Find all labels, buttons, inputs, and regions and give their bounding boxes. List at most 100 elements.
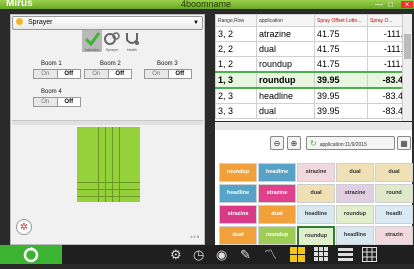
cell: 41.75 [314,56,368,73]
cell: 39.95 [314,87,368,104]
toggle-off[interactable]: Off [56,98,80,106]
plot-cell[interactable]: roundup [336,205,374,224]
table-row[interactable]: 3, 3 dual 39.95 -83.43 [215,103,411,119]
table-row[interactable]: 1, 2 roundup 41.75 -111.8 [215,56,411,73]
gear-icon[interactable]: ⚙ [170,247,185,262]
toggle-off[interactable]: Off [56,70,80,78]
cell: 1, 3 [215,71,257,89]
toggle-on[interactable]: On [34,70,57,78]
field-map: roundup headline strazine dual dual headline s… [215,157,413,247]
grid-icon[interactable]: ▦ [397,136,411,150]
plot-cell[interactable]: strazine [219,205,257,224]
chart-divider [112,127,113,202]
cell: 41.75 [314,41,368,57]
cell: 3, 2 [215,26,257,42]
plot-cell[interactable]: roundup [219,163,257,182]
column-header[interactable]: application [256,14,315,27]
cell: headline [256,87,315,104]
grid4-icon[interactable] [290,247,305,262]
grid9-icon[interactable] [314,247,329,262]
compass-icon[interactable]: ◉ [216,247,231,262]
cell: 39.95 [314,103,368,119]
table-icon[interactable] [362,247,377,262]
plot-cell[interactable]: headline [297,205,335,224]
table-row[interactable]: 3, 2 atrazine 41.75 -111.8 [215,26,411,42]
plot-cell[interactable]: strazine [258,184,296,203]
cell: atrazine [256,26,315,42]
panel-splitter[interactable] [12,120,203,125]
gears-icon [104,32,120,45]
data-grid: Range,Row application Spray Offset Lotto… [215,14,412,121]
chart-divider [119,127,120,202]
plot-cell[interactable]: dual [219,226,257,245]
boom-1-toggle[interactable]: On Off [33,69,81,79]
chart-divider [98,127,99,202]
refresh-logo-icon [23,247,39,263]
window-title: 4boomname [181,0,232,9]
sprayer-icon [16,18,23,25]
timer-icon[interactable]: ◷ [193,247,208,262]
plot-cell[interactable]: roundup [258,226,296,245]
plot-cell[interactable]: strazin [375,226,413,245]
toggle-off[interactable]: Off [107,70,131,78]
pencil-icon[interactable]: ✎ [240,247,255,262]
boom-3-toggle[interactable]: On Off [144,69,192,79]
plot-cell[interactable]: roundup [297,226,335,247]
table-row-selected[interactable]: 1, 3 roundup 39.95 -83.43 [215,71,411,89]
field-plot-grid: roundup headline strazine dual dual headline s… [219,163,413,247]
bottom-toolbar: ⚙ ◷ ◉ ✎ 〽 [0,245,414,264]
boom-3-label: Boom 3 [157,61,178,67]
chart-divider [77,189,140,190]
combo-label: Sprayer [27,19,53,26]
plot-cell[interactable]: dual [336,163,374,182]
panel-splitter[interactable] [215,122,412,130]
boom-2-label: Boom 2 [100,61,121,67]
zoom-in-icon[interactable]: ⊕ [287,136,301,150]
plot-cell[interactable]: dual [375,163,413,182]
boom-coverage-chart [77,127,140,202]
sprayer-tool-button[interactable]: Sprayer [102,30,122,52]
title-bar: Mirus 4boomname — □ × [0,0,414,9]
toggle-on[interactable]: On [145,70,168,78]
column-header[interactable]: Range,Row [215,14,257,27]
chevron-down-icon[interactable]: ▼ [193,17,199,29]
table-row[interactable]: 2, 3 headline 39.95 -83.43 [215,87,411,104]
list-icon[interactable] [338,247,353,262]
maximize-button[interactable]: □ [388,1,393,9]
scrollbar-thumb[interactable] [404,34,411,59]
chart-divider [77,196,140,197]
plot-cell[interactable]: headline [219,184,257,203]
close-button[interactable]: × [401,1,413,9]
cell: 3, 3 [215,103,257,119]
toggle-on[interactable]: On [34,98,57,106]
plot-cell[interactable]: round [375,184,413,203]
cell: 41.75 [314,26,368,42]
map-toolbar: ⊖ ⊕ ↻ application:11/9/2015 ▦ [215,130,412,157]
toggle-on[interactable]: On [85,70,108,78]
toggle-off[interactable]: Off [167,70,191,78]
plot-cell[interactable]: strazine [297,163,335,182]
implement-combo[interactable]: Sprayer ▼ [12,16,203,30]
zoom-out-icon[interactable]: ⊖ [270,136,284,150]
plot-cell[interactable]: strazine [336,184,374,203]
boom-4-label: Boom 4 [41,89,62,95]
compass-rose-icon[interactable]: ✲ [16,219,32,235]
application-selector[interactable]: ↻ application:11/9/2015 [306,136,395,150]
chart-icon[interactable]: 〽 [264,247,279,262]
column-header[interactable]: Spray Offset Lotto... [314,14,368,27]
plot-cell[interactable]: dual [297,184,335,203]
minimize-button[interactable]: — [375,1,383,9]
home-button[interactable] [0,245,62,264]
plot-cell[interactable]: dual [258,205,296,224]
plot-cell[interactable]: headline [258,163,296,182]
cell: roundup [256,56,315,73]
health-tool-button[interactable]: Health [122,30,142,52]
vertical-scrollbar[interactable] [402,14,412,121]
cell: 39.95 [314,71,368,89]
plot-cell[interactable]: headline [336,226,374,245]
activation-tool-button[interactable]: Activation [82,30,102,52]
plot-cell[interactable]: headli [375,205,413,224]
table-row[interactable]: 2, 2 dual 41.75 -111.8 [215,41,411,57]
boom-4-toggle[interactable]: On Off [33,97,81,107]
boom-2-toggle[interactable]: On Off [84,69,132,79]
